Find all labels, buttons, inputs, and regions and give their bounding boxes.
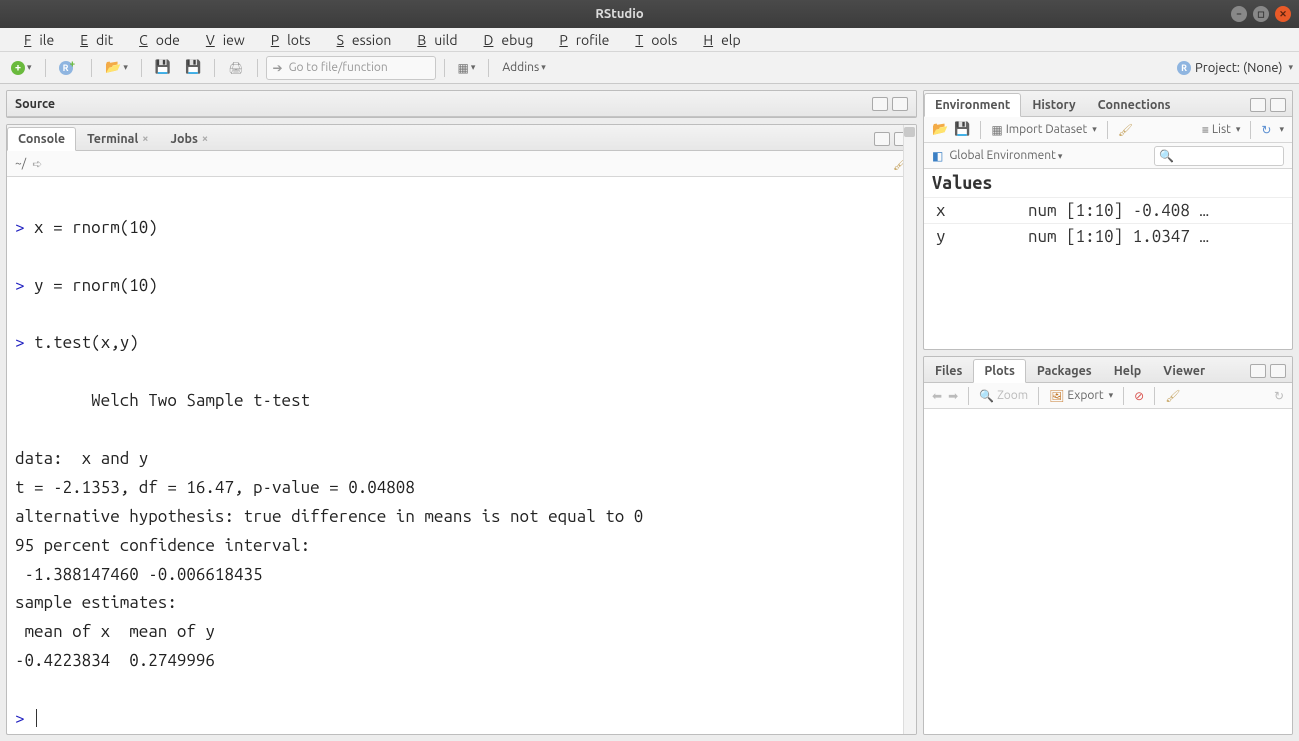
plots-panel: Files Plots Packages Help Viewer ⬅ ➡ 🔍 Z… [923, 356, 1293, 735]
grid-tool-button[interactable]: ▦▾ [453, 56, 481, 80]
env-search-input[interactable]: 🔍 [1154, 146, 1284, 166]
source-panel: Source [6, 90, 917, 118]
menu-bar: File Edit Code View Plots Session Build … [0, 28, 1299, 52]
tab-viewer[interactable]: Viewer [1152, 359, 1216, 383]
project-icon: R [1177, 61, 1191, 75]
menu-plots[interactable]: Plots [255, 30, 319, 50]
menu-code[interactable]: Code [123, 30, 188, 50]
close-icon[interactable]: × [202, 133, 208, 145]
tab-terminal[interactable]: Terminal× [76, 127, 159, 151]
open-file-button[interactable]: 📂▾ [100, 56, 133, 80]
save-button[interactable]: 💾 [150, 56, 176, 80]
goto-placeholder: Go to file/function [289, 61, 388, 74]
plot-area [924, 409, 1292, 734]
tab-files[interactable]: Files [924, 359, 973, 383]
plots-maximize-icon[interactable] [1270, 364, 1286, 378]
tab-console[interactable]: Console [7, 127, 76, 151]
print-button[interactable]: 🖨 [223, 56, 248, 80]
working-directory[interactable]: ~/ [15, 157, 26, 170]
tab-connections[interactable]: Connections [1087, 93, 1182, 117]
project-menu[interactable]: R Project: (None) ▾ [1177, 61, 1293, 75]
tab-plots[interactable]: Plots [973, 359, 1026, 383]
addins-button[interactable]: Addins▾ [497, 56, 550, 80]
menu-view[interactable]: View [190, 30, 253, 50]
env-var-value: num [1:10] -0.408 … [1024, 198, 1292, 223]
console-output[interactable]: > x = rnorm(10) > y = rnorm(10) > t.test… [7, 177, 916, 734]
plot-prev-icon[interactable]: ⬅ [932, 389, 942, 403]
window-titlebar: RStudio – ◻ ✕ [0, 0, 1299, 28]
tab-environment[interactable]: Environment [924, 93, 1021, 117]
menu-profile[interactable]: Profile [543, 30, 617, 50]
search-icon: 🔍 [1159, 149, 1174, 163]
goto-icon: ➔ [273, 61, 283, 75]
load-workspace-icon[interactable]: 📂 [932, 122, 948, 137]
menu-help[interactable]: Help [687, 30, 748, 50]
source-panel-title: Source [15, 97, 55, 111]
environment-list: Values xnum [1:10] -0.408 …ynum [1:10] 1… [924, 169, 1292, 349]
goto-file-function-input[interactable]: ➔ Go to file/function [266, 56, 436, 80]
new-project-button[interactable]: R+ [54, 56, 84, 80]
main-toolbar: +▾ R+ 📂▾ 💾 💾 🖨 ➔ Go to file/function ▦▾ … [0, 52, 1299, 84]
menu-session[interactable]: Session [321, 30, 400, 50]
environment-panel: Environment History Connections 📂 💾 ▦Imp… [923, 90, 1293, 350]
maximize-button[interactable]: ◻ [1253, 6, 1269, 22]
plot-next-icon[interactable]: ➡ [948, 389, 958, 403]
rlogo-icon: ◧ [932, 149, 943, 163]
refresh-env-icon[interactable]: ↻ [1261, 123, 1271, 137]
env-minimize-icon[interactable] [1250, 98, 1266, 112]
env-var-name: x [924, 198, 1024, 223]
console-panel: Console Terminal× Jobs× ~/ ➪ 🖌 > x = rno… [6, 124, 917, 735]
env-maximize-icon[interactable] [1270, 98, 1286, 112]
list-view-button[interactable]: ≡ List▾ [1202, 123, 1241, 137]
source-maximize-icon[interactable] [892, 97, 908, 111]
console-scrollbar[interactable] [903, 125, 916, 734]
export-button[interactable]: 🖼Export▾ [1049, 389, 1113, 403]
env-var-value: num [1:10] 1.0347 … [1024, 224, 1292, 249]
console-minimize-icon[interactable] [874, 132, 890, 146]
console-path-bar: ~/ ➪ 🖌 [7, 151, 916, 177]
tab-history[interactable]: History [1021, 93, 1086, 117]
import-dataset-button[interactable]: ▦Import Dataset▾ [991, 123, 1096, 137]
save-all-button[interactable]: 💾 [180, 56, 206, 80]
menu-tools[interactable]: Tools [619, 30, 685, 50]
menu-debug[interactable]: Debug [468, 30, 542, 50]
close-icon[interactable]: × [142, 133, 148, 145]
env-variable-row[interactable]: xnum [1:10] -0.408 … [924, 197, 1292, 223]
tab-packages[interactable]: Packages [1026, 359, 1103, 383]
remove-plot-icon[interactable]: ⊘ [1134, 389, 1144, 403]
refresh-plots-icon[interactable]: ↻ [1274, 389, 1284, 403]
tab-jobs[interactable]: Jobs× [159, 127, 219, 151]
window-controls: – ◻ ✕ [1231, 6, 1291, 22]
source-minimize-icon[interactable] [872, 97, 888, 111]
env-section-values: Values [924, 169, 1292, 197]
clear-plots-icon[interactable]: 🖌 [1165, 389, 1180, 403]
menu-edit[interactable]: Edit [64, 30, 121, 50]
close-button[interactable]: ✕ [1275, 6, 1291, 22]
menu-build[interactable]: Build [401, 30, 465, 50]
zoom-button[interactable]: 🔍 Zoom [979, 389, 1028, 403]
window-title: RStudio [8, 7, 1231, 21]
plots-minimize-icon[interactable] [1250, 364, 1266, 378]
save-workspace-icon[interactable]: 💾 [954, 122, 970, 137]
menu-file[interactable]: File [8, 30, 62, 50]
wd-forward-icon[interactable]: ➪ [32, 157, 42, 171]
workspace: Source Console Terminal× Jobs× ~/ [0, 84, 1299, 741]
new-file-button[interactable]: +▾ [6, 56, 37, 80]
console-tabs: Console Terminal× Jobs× [7, 125, 916, 151]
env-scope-selector[interactable]: Global Environment▾ [949, 149, 1062, 162]
minimize-button[interactable]: – [1231, 6, 1247, 22]
tab-help[interactable]: Help [1103, 359, 1153, 383]
env-variable-row[interactable]: ynum [1:10] 1.0347 … [924, 223, 1292, 249]
clear-workspace-icon[interactable]: 🖌 [1118, 123, 1133, 137]
env-var-name: y [924, 224, 1024, 249]
